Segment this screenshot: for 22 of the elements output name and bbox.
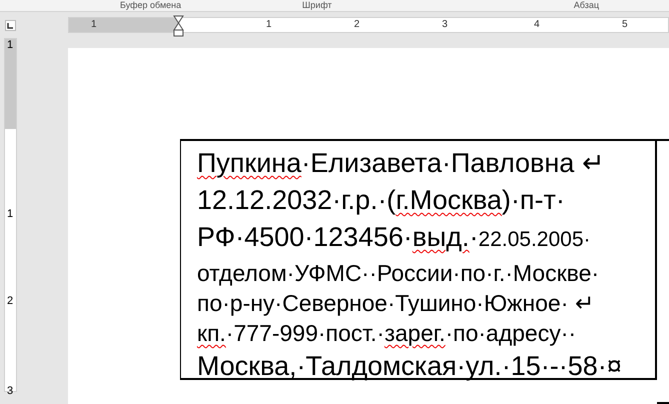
text-line: РФ·4500·123456·выд.·22.05.2005· — [197, 221, 592, 254]
ruler-number: 1 — [91, 19, 97, 31]
ruler-number: 3 — [442, 19, 448, 31]
ruler-number: 2 — [354, 19, 360, 31]
indent-marker-icon[interactable] — [173, 15, 184, 37]
ruler-number: 1 — [7, 40, 14, 51]
text-line: 12.12.2032·г.р.·(г.Москва)·п-т· — [197, 184, 566, 217]
ribbon-group-label: Абзац — [574, 0, 600, 11]
ruler-number: 1 — [266, 19, 272, 31]
text-line: Москва,·Талдомская·ул.·15·-·58·¤ — [197, 350, 623, 383]
ruler-number: 2 — [7, 296, 14, 307]
ribbon-group-label: Буфер обмена — [120, 0, 182, 11]
ruler-number: 4 — [534, 19, 540, 31]
text-line: по·р-ну·Северное·Тушино·Южное· ↵ — [197, 289, 595, 318]
tab-stop-icon[interactable] — [5, 20, 16, 30]
text-line: кп.·777-999·пост.·зарег.·по·адресу·· — [197, 319, 578, 348]
ruler-number: 1 — [7, 209, 14, 220]
ruler-number: 5 — [622, 19, 628, 31]
ribbon-group-label: Шрифт — [302, 0, 332, 11]
text-line: Пупкина·Елизавета·Павловна ↵ — [197, 147, 606, 180]
text-line: отделом·УФМС··России·по·г.·Москве· — [197, 259, 600, 288]
vertical-ruler[interactable]: 1 1 2 3 — [4, 38, 17, 392]
